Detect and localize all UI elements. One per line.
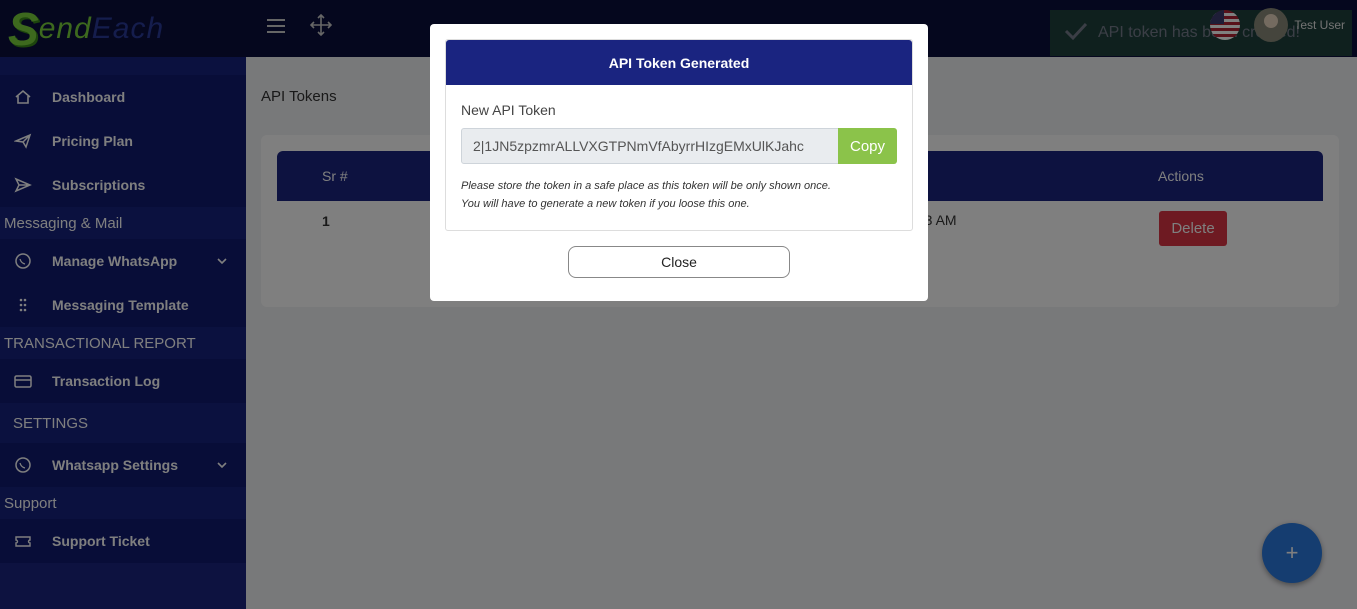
copy-button[interactable]: Copy	[838, 128, 897, 164]
modal-title: API Token Generated	[446, 40, 912, 85]
api-token-modal: API Token Generated New API Token Copy P…	[430, 24, 928, 301]
note-line-1: Please store the token in a safe place a…	[461, 180, 831, 192]
token-label: New API Token	[461, 102, 556, 118]
close-button[interactable]: Close	[568, 246, 790, 278]
note-line-2: You will have to generate a new token if…	[461, 198, 750, 210]
modal-panel: API Token Generated New API Token Copy P…	[445, 39, 913, 231]
token-field[interactable]	[461, 128, 839, 164]
